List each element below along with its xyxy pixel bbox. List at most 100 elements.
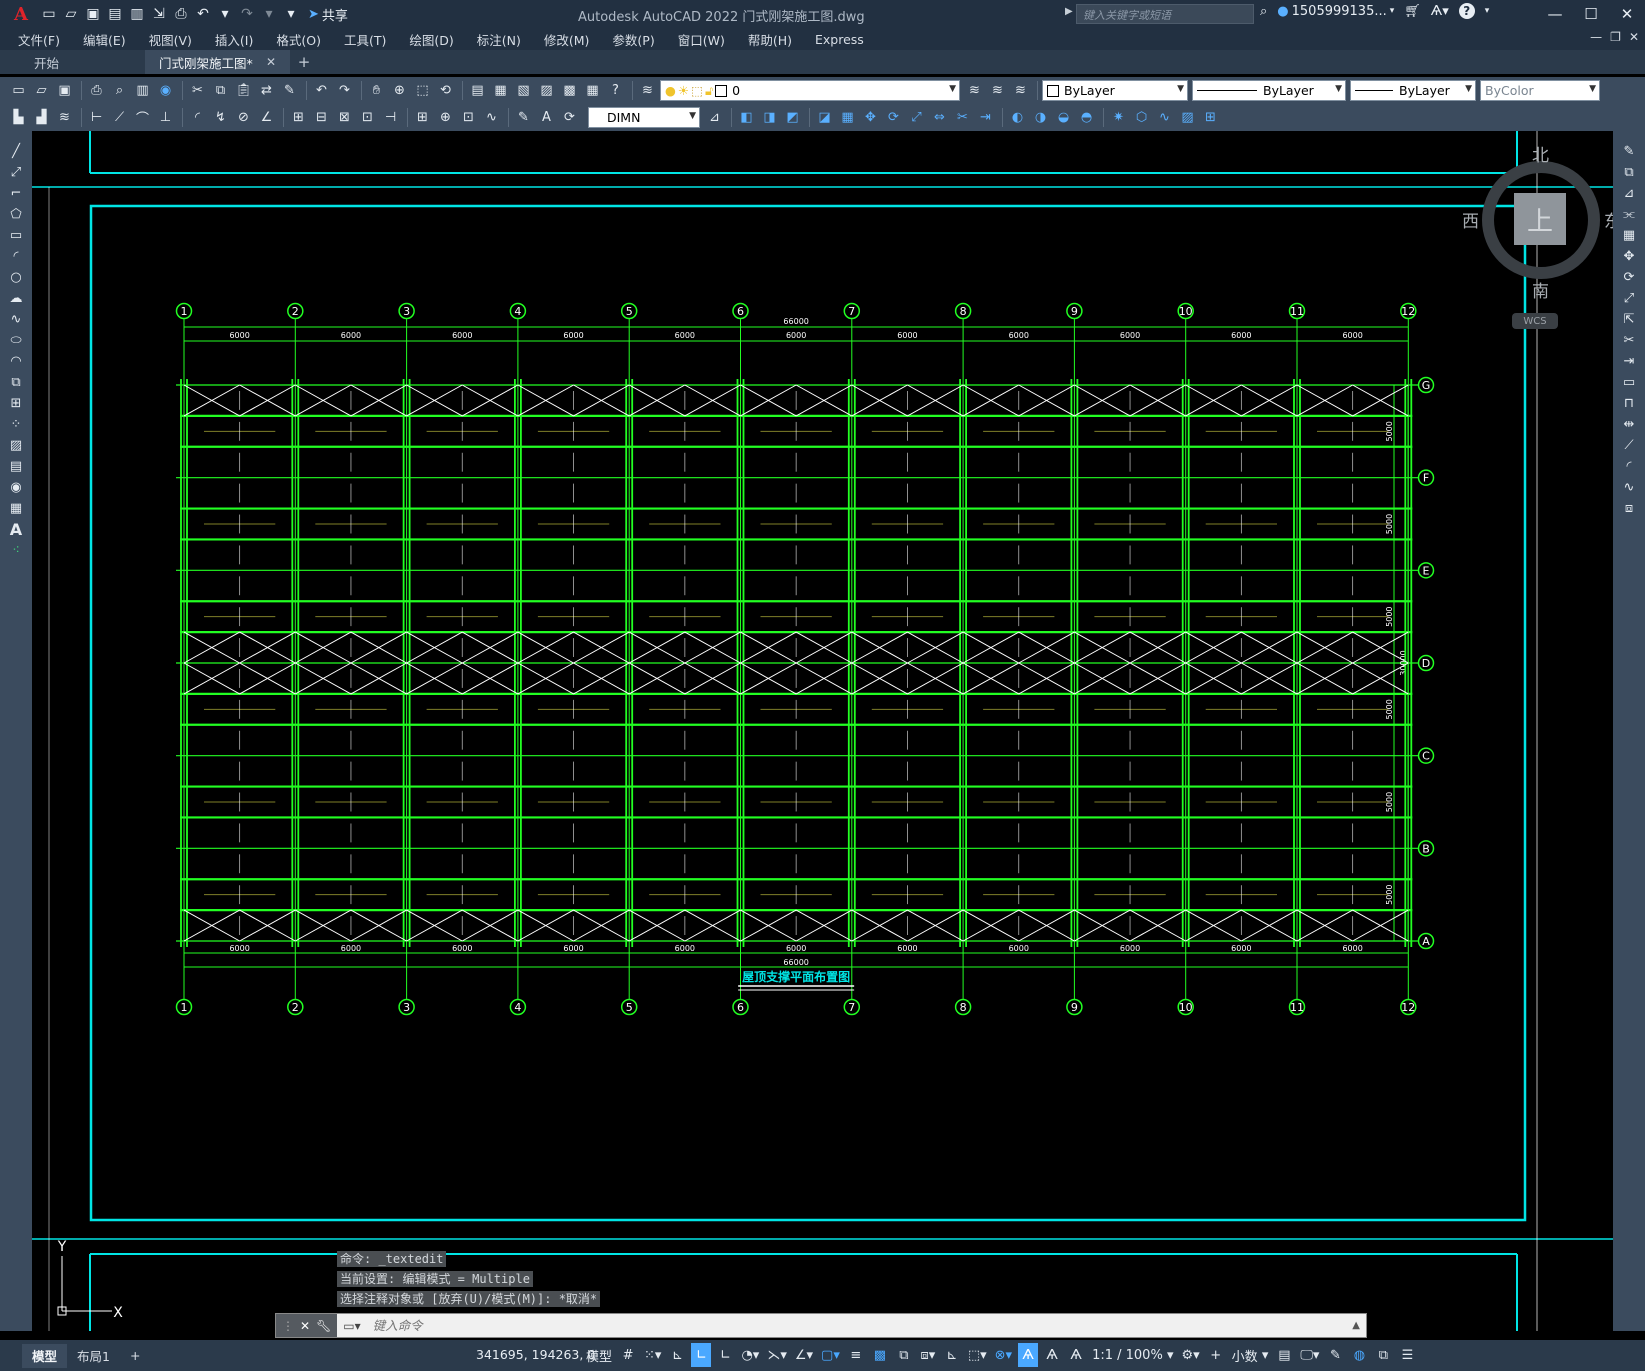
infer-constraints-icon[interactable]: ⊾: [667, 1343, 687, 1367]
model-space-button[interactable]: 模型: [584, 1343, 614, 1367]
annotation-monitor-icon[interactable]: +: [1206, 1343, 1226, 1367]
fillet-icon[interactable]: ◜: [1618, 456, 1640, 477]
make-block-icon[interactable]: ⊞: [5, 393, 27, 414]
offset-icon[interactable]: ⫘: [1618, 204, 1640, 225]
print-icon[interactable]: ⎙: [170, 3, 192, 25]
move-icon[interactable]: ✥: [860, 107, 881, 128]
stretch-icon[interactable]: ⇔: [929, 107, 950, 128]
point-icon[interactable]: ⁘: [5, 414, 27, 435]
ortho-icon[interactable]: ∟: [691, 1343, 712, 1367]
revision-cloud-icon[interactable]: ☁︎: [5, 288, 27, 309]
save-icon[interactable]: ▣: [82, 3, 104, 25]
dynamic-ucs-icon[interactable]: ⊾: [942, 1343, 962, 1367]
markup-icon[interactable]: ▩: [559, 80, 580, 101]
copy-object-icon[interactable]: ◨: [759, 107, 780, 128]
close-icon[interactable]: ✕: [300, 1319, 310, 1333]
menu-item[interactable]: 标注(N): [477, 30, 521, 49]
dimstyle-manager-icon[interactable]: ⊿: [704, 107, 725, 128]
stretch-icon[interactable]: ⇱: [1618, 309, 1640, 330]
web-publish-icon[interactable]: ◉: [155, 80, 176, 101]
quick-properties-icon[interactable]: ▤: [1274, 1343, 1294, 1367]
break-icon[interactable]: ⊓: [1618, 393, 1640, 414]
properties-icon[interactable]: ▤: [467, 80, 488, 101]
scale-icon[interactable]: ⤢: [906, 107, 927, 128]
linetype-dropdown[interactable]: ByLayer ▼: [1192, 80, 1346, 101]
grid-icon[interactable]: #: [618, 1343, 638, 1367]
explode-icon[interactable]: ✷: [1108, 107, 1129, 128]
region-icon[interactable]: ◉: [5, 477, 27, 498]
new-icon[interactable]: ▭: [8, 80, 29, 101]
doc-close-icon[interactable]: ✕: [1629, 30, 1639, 44]
lineweight-dropdown[interactable]: ByLayer ▼: [1350, 80, 1476, 101]
customization-icon[interactable]: ☰: [1397, 1343, 1417, 1367]
object-snap-icon[interactable]: ▢▾: [819, 1343, 842, 1367]
quick-dim-icon[interactable]: ⊞: [288, 107, 309, 128]
open-file-icon[interactable]: ▱: [60, 3, 82, 25]
graphics-performance-icon[interactable]: ◍: [1349, 1343, 1369, 1367]
close-icon[interactable]: ✕: [266, 55, 276, 69]
pan-icon[interactable]: ✋︎: [366, 80, 387, 101]
drawing-area[interactable]: 1 1 2 2 3 3 4 4 5 5 6 6 7 7 8 8 9 9 10 10 11 11 12 12 66000 6000 6…: [32, 131, 1613, 1331]
plot-icon[interactable]: ⎙: [86, 80, 107, 101]
hatch-icon[interactable]: ▨: [5, 435, 27, 456]
break-at-point-icon[interactable]: ▭: [1618, 372, 1640, 393]
plotstyle-dropdown[interactable]: ByColor ▼: [1480, 80, 1600, 101]
isometric-icon[interactable]: ⋋▾: [765, 1343, 789, 1367]
redo-dropdown-icon[interactable]: ▾: [258, 3, 280, 25]
scale-icon[interactable]: ⤢: [1618, 288, 1640, 309]
radius-dim-icon[interactable]: ◜: [187, 107, 208, 128]
command-input[interactable]: [366, 1314, 1347, 1337]
isolate-objects-icon[interactable]: ✎: [1325, 1343, 1345, 1367]
polygon-icon[interactable]: ⬠: [5, 204, 27, 225]
snap-icon[interactable]: ⁙▾: [642, 1343, 663, 1367]
blend-curves-icon[interactable]: ∿: [1618, 477, 1640, 498]
edit-spline-icon[interactable]: ∿: [1154, 107, 1175, 128]
publish-icon[interactable]: ▥: [132, 80, 153, 101]
edit-array-icon[interactable]: ⊞: [1200, 107, 1221, 128]
search-icon[interactable]: ⌕: [1260, 4, 1267, 19]
doc-minimize-icon[interactable]: —: [1590, 30, 1602, 44]
join-icon[interactable]: ⇹: [1618, 414, 1640, 435]
layer-isolate-icon[interactable]: ▟: [31, 107, 52, 128]
design-center-icon[interactable]: ▦: [490, 80, 511, 101]
plot-preview-icon[interactable]: ⌕: [109, 80, 130, 101]
zoom-previous-icon[interactable]: ⟲: [435, 80, 456, 101]
grip-icon[interactable]: ⋮: [282, 1319, 294, 1333]
gradient-icon[interactable]: ▤: [5, 456, 27, 477]
transparency-icon[interactable]: ▩: [870, 1343, 890, 1367]
maximize-icon[interactable]: ☐: [1573, 0, 1609, 28]
insert-block-icon[interactable]: ⧉: [5, 372, 27, 393]
layer-previous-icon[interactable]: ≋: [987, 80, 1008, 101]
annotation-scale-dropdown[interactable]: 1:1 / 100% ▾: [1090, 1343, 1175, 1367]
annotation-scale-icon[interactable]: Ѧ: [1066, 1343, 1086, 1367]
mirror-icon[interactable]: ⊿: [1618, 183, 1640, 204]
share-button[interactable]: ➤ 共享: [308, 5, 348, 24]
continue-dim-icon[interactable]: ⊠: [334, 107, 355, 128]
jogged-dim-icon[interactable]: ↯: [210, 107, 231, 128]
cart-icon[interactable]: 🛒︎: [1404, 4, 1421, 19]
tab-layout1[interactable]: 布局1: [67, 1344, 120, 1368]
zoom-window-icon[interactable]: ⬚: [412, 80, 433, 101]
copy-icon[interactable]: ⧉: [1618, 162, 1640, 183]
polar-tracking-icon[interactable]: ◔▾: [739, 1343, 761, 1367]
ellipse-arc-icon[interactable]: ◠: [5, 351, 27, 372]
cut-icon[interactable]: ✂: [187, 80, 208, 101]
close-window-icon[interactable]: ✕: [1609, 0, 1645, 28]
tab-drawing[interactable]: 门式刚架施工图* ✕: [145, 50, 290, 74]
edit-hatch-icon[interactable]: ▨: [1177, 107, 1198, 128]
move-icon[interactable]: ✥: [1618, 246, 1640, 267]
dim-break-icon[interactable]: ⊣: [380, 107, 401, 128]
add-selected-icon[interactable]: ⁖: [5, 540, 27, 561]
gizmo-icon[interactable]: ⊗▾: [993, 1343, 1014, 1367]
dim-update-icon[interactable]: ⟳: [559, 107, 580, 128]
search-expand-icon[interactable]: ▶: [1065, 6, 1073, 17]
fillet-icon[interactable]: ◓: [1076, 107, 1097, 128]
layer-tool-icon[interactable]: ▙: [8, 107, 29, 128]
app-menu-button[interactable]: A: [4, 0, 38, 28]
menu-item[interactable]: 参数(P): [612, 30, 654, 49]
spline-icon[interactable]: ∿: [5, 309, 27, 330]
save-as-icon[interactable]: ▤: [104, 3, 126, 25]
annotation-visibility-icon[interactable]: Ѧ: [1018, 1343, 1039, 1367]
dim-text-edit-icon[interactable]: A: [536, 107, 557, 128]
dim-space-icon[interactable]: ⊡: [357, 107, 378, 128]
